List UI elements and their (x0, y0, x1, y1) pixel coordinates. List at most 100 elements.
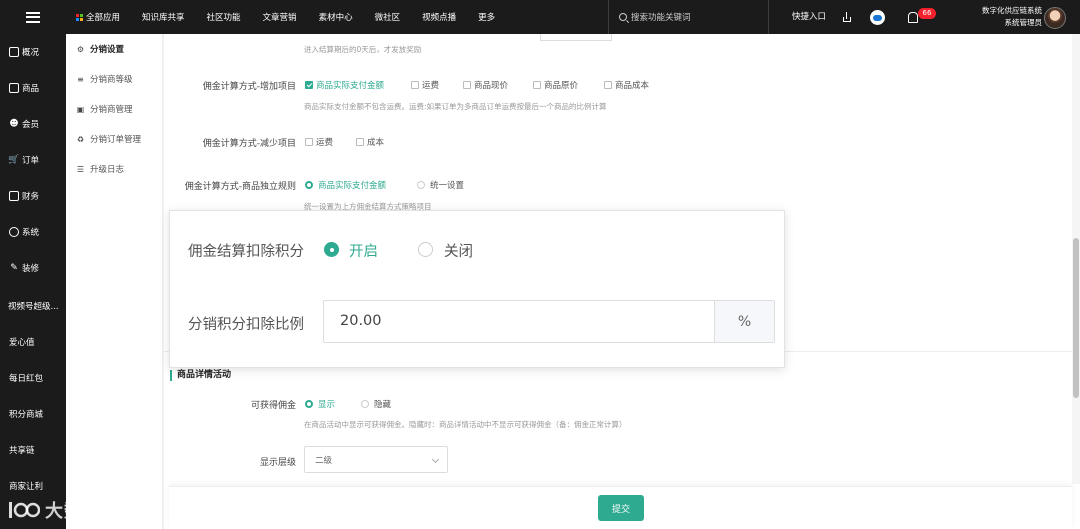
checkbox-icon (305, 138, 313, 146)
sidebar-item-decoration[interactable]: ✎ 装修 (0, 258, 66, 278)
add-items-hint: 商品实际支付金额不包含运费。运费:如果订单为多商品订单运费按最后一个商品的比例计… (304, 102, 607, 111)
gear-icon: ⚙ (76, 44, 85, 54)
user-role: 系统管理员 (1004, 18, 1043, 27)
paint-icon: ✎ (10, 263, 18, 273)
radio-checked-icon[interactable] (324, 242, 339, 257)
top-nav-knowledge-share[interactable]: 知识库共享 (142, 11, 185, 23)
search-icon (619, 13, 627, 21)
sub-item-distribution-orders[interactable]: ♻ 分销订单管理 (76, 131, 141, 147)
sidebar-item-overview[interactable]: 概况 (0, 42, 66, 62)
sidebar-item-orders[interactable]: 🛒 订单 (0, 150, 66, 170)
independent-rule-label: 佣金计算方式-商品独立规则 (184, 182, 296, 192)
quick-entry-link[interactable]: 快捷入口 (792, 0, 826, 34)
ratio-input[interactable]: 20.00 % (323, 300, 775, 343)
list-icon: ☰ (76, 164, 85, 174)
radio-checked-icon (305, 181, 313, 189)
watermark: 大数跨境 (8, 495, 121, 525)
sidebar-item-finance[interactable]: 财务 (0, 186, 66, 206)
watermark-text: 大数跨境 (45, 501, 121, 522)
top-nav-more[interactable]: 更多 (478, 11, 495, 23)
rule-option-unified[interactable]: 统一设置 (417, 179, 464, 191)
ratio-label: 分销积分扣除比例 (188, 317, 304, 333)
dashboard-icon (9, 47, 19, 57)
top-nav-video-on-demand[interactable]: 视频点播 (422, 11, 456, 23)
id-card-icon: ▣ (76, 104, 85, 114)
checkbox-checked-icon (305, 81, 313, 89)
reduce-items-label: 佣金计算方式-减少项目 (202, 139, 296, 149)
sidebar-item-points-mall[interactable]: 积分商城 (0, 404, 66, 424)
settlement-days-input[interactable] (540, 34, 612, 41)
reduce-option-cost[interactable]: 成本 (356, 136, 384, 148)
display-option-show[interactable]: 显示 (305, 398, 335, 410)
radio-checked-icon (305, 400, 313, 408)
sidebar-item-love-value[interactable]: 爱心值 (0, 332, 66, 352)
add-option-shipping[interactable]: 运费 (411, 79, 439, 91)
function-search-input[interactable]: 搜索功能关键词 (608, 0, 769, 34)
user-org: 数字化供应链系统 (982, 6, 1042, 15)
display-option-hide[interactable]: 隐藏 (361, 398, 391, 410)
sub-item-upgrade-log[interactable]: ☰ 升级日志 (76, 161, 124, 177)
assistant-bot-icon[interactable] (870, 10, 885, 25)
apps-grid-icon (76, 13, 83, 21)
download-icon[interactable] (840, 10, 854, 24)
radio-icon[interactable] (418, 242, 433, 257)
top-nav-material-center[interactable]: 素材中心 (319, 11, 353, 23)
top-bar: 全部应用 知识库共享 社区功能 文章营销 素材中心 微社区 视频点播 更多 搜索… (0, 0, 1080, 34)
checkbox-icon (463, 81, 471, 89)
sidebar-item-video-channel[interactable]: 视频号超级... (0, 296, 66, 316)
top-nav-all-apps[interactable]: 全部应用 (76, 11, 120, 23)
chevron-down-icon (431, 455, 440, 464)
sidebar-item-members[interactable]: ☻ 会员 (0, 114, 66, 134)
main-sidebar: 概况 商品 ☻ 会员 🛒 订单 财务 系统 ✎ 装修 视频号超级... 爱心值 每日红… (0, 34, 66, 529)
menu-toggle-button[interactable] (0, 0, 66, 34)
deduct-option-off[interactable]: 关闭 (444, 240, 473, 261)
hamburger-icon (26, 11, 40, 23)
top-nav-micro-community[interactable]: 微社区 (375, 11, 401, 23)
finance-icon (9, 191, 19, 201)
app-root: 全部应用 知识库共享 社区功能 文章营销 素材中心 微社区 视频点播 更多 搜索… (0, 0, 1080, 529)
commission-display-hint: 在商品活动中显示可获得佣金。隐藏时：商品详情活动中不显示可获得佣金（备：佣金正常… (304, 420, 627, 429)
radio-icon (361, 400, 369, 408)
goods-icon (9, 83, 19, 93)
display-level-select[interactable]: 二级 (304, 446, 448, 473)
checkbox-icon (604, 81, 612, 89)
section-title-product-detail: 商品详情活动 (170, 370, 231, 381)
watermark-logo-icon (9, 502, 40, 518)
add-option-cost[interactable]: 商品成本 (604, 79, 649, 91)
sidebar-item-system[interactable]: 系统 (0, 222, 66, 242)
sidebar-item-merchant-discount[interactable]: 商家让利 (0, 476, 66, 496)
user-icon: ☻ (9, 119, 19, 129)
display-level-label: 显示层级 (259, 458, 296, 468)
add-items-label: 佣金计算方式-增加项目 (202, 82, 296, 92)
checkbox-icon (533, 81, 541, 89)
sub-item-distributor-management[interactable]: ▣ 分销商管理 (76, 101, 133, 117)
top-nav-article-marketing[interactable]: 文章营销 (263, 11, 297, 23)
order-icon: ♻ (76, 134, 85, 144)
add-option-current-price[interactable]: 商品现价 (463, 79, 508, 91)
deduct-option-on[interactable]: 开启 (349, 240, 378, 261)
sub-sidebar: ⚙ 分销设置 ≡ 分销商等级 ▣ 分销商管理 ♻ 分销订单管理 ☰ 升级日志 (66, 34, 163, 529)
notification-badge: 66 (918, 8, 936, 19)
rule-option-actual-payment[interactable]: 商品实际支付金额 (305, 179, 386, 191)
zoomed-settings-panel: 佣金结算扣除积分 开启 关闭 分销积分扣除比例 20.00 % (169, 210, 785, 368)
sub-item-distributor-levels[interactable]: ≡ 分销商等级 (76, 71, 132, 87)
top-nav: 全部应用 知识库共享 社区功能 文章营销 素材中心 微社区 视频点播 更多 (66, 0, 507, 34)
user-info[interactable]: 数字化供应链系统 系统管理员 (968, 5, 1042, 29)
sidebar-item-share-chain[interactable]: 共享链 (0, 440, 66, 460)
radio-icon (417, 181, 425, 189)
cart-icon: 🛒 (8, 155, 20, 165)
avatar[interactable] (1044, 7, 1066, 29)
submit-button[interactable]: 提交 (598, 495, 644, 521)
reduce-option-shipping[interactable]: 运费 (305, 136, 333, 148)
scrollbar-thumb[interactable] (1073, 238, 1079, 398)
percent-suffix: % (714, 301, 774, 342)
settlement-hint: 进入结算期后的0天后，才发放奖励 (304, 45, 422, 54)
sidebar-item-goods[interactable]: 商品 (0, 78, 66, 98)
footer-bar: 提交 (169, 486, 1072, 529)
sidebar-item-daily-red-packet[interactable]: 每日红包 (0, 368, 66, 388)
top-nav-community[interactable]: 社区功能 (207, 11, 241, 23)
deduct-points-label: 佣金结算扣除积分 (188, 244, 304, 260)
add-option-actual-payment[interactable]: 商品实际支付金额 (305, 79, 384, 91)
add-option-original-price[interactable]: 商品原价 (533, 79, 578, 91)
sub-item-distribution-settings[interactable]: ⚙ 分销设置 (76, 41, 124, 57)
